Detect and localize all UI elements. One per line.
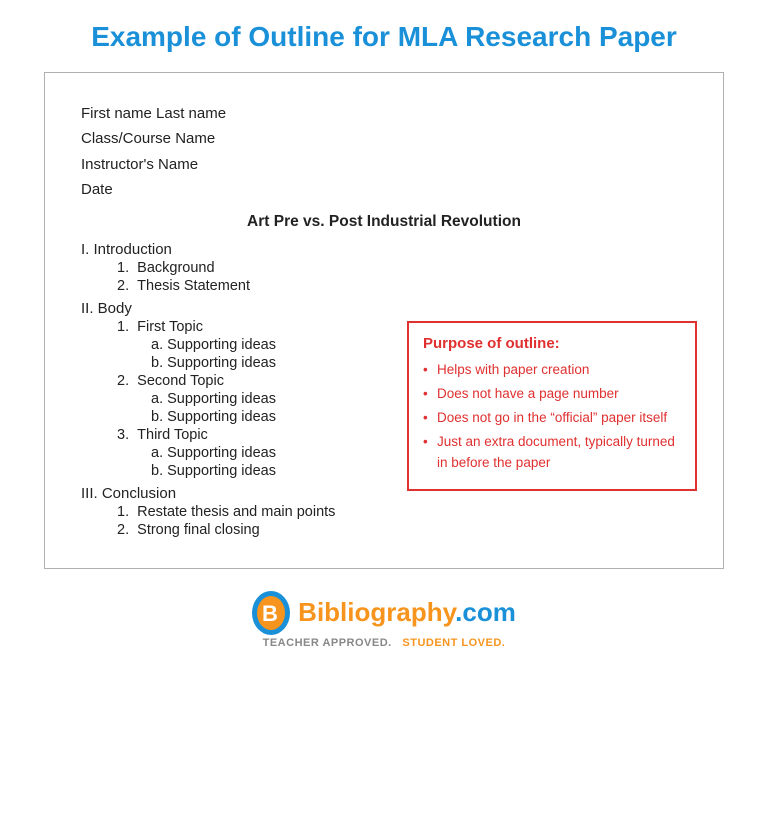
meta-line1: First name Last name (81, 101, 687, 127)
purpose-list: Helps with paper creation Does not have … (423, 360, 681, 473)
footer-tagline-student: STUDENT LOVED. (402, 637, 505, 649)
footer-bibliography-text: Bibliography (298, 597, 455, 627)
footer-domain-text: .com (455, 597, 516, 627)
section-introduction: I. Introduction (81, 241, 687, 258)
purpose-box: Purpose of outline: Helps with paper cre… (407, 321, 697, 491)
footer-tagline-teacher: TEACHER APPROVED. (263, 637, 392, 649)
meta-line2: Class/Course Name (81, 126, 687, 152)
purpose-item-1: Helps with paper creation (423, 360, 681, 380)
bibliography-logo-icon: B (252, 591, 290, 635)
paper-paper-title: Art Pre vs. Post Industrial Revolution (81, 213, 687, 231)
section-body: II. Body (81, 300, 687, 317)
purpose-item-4: Just an extra document, typically turned… (423, 432, 681, 473)
paper-meta: First name Last name Class/Course Name I… (81, 101, 687, 203)
paper-container: First name Last name Class/Course Name I… (44, 72, 724, 569)
intro-item-2: 2. Thesis Statement (117, 278, 687, 294)
footer-site-name: Bibliography.com (298, 597, 516, 628)
meta-line3: Instructor's Name (81, 152, 687, 178)
footer-logo-row: B Bibliography.com (252, 591, 516, 635)
purpose-item-2: Does not have a page number (423, 384, 681, 404)
intro-item-1: 1. Background (117, 260, 687, 276)
purpose-title: Purpose of outline: (423, 335, 681, 352)
page-title: Example of Outline for MLA Research Pape… (91, 20, 677, 54)
footer: B Bibliography.com TEACHER APPROVED. STU… (252, 591, 516, 649)
conclusion-item-2: 2. Strong final closing (117, 522, 687, 538)
svg-text:B: B (262, 601, 278, 626)
conclusion-item-1: 1. Restate thesis and main points (117, 504, 687, 520)
purpose-item-3: Does not go in the “official” paper itse… (423, 408, 681, 428)
meta-line4: Date (81, 177, 687, 203)
outline-body: I. Introduction 1. Background 2. Thesis … (81, 241, 687, 538)
footer-tagline: TEACHER APPROVED. STUDENT LOVED. (263, 637, 506, 649)
